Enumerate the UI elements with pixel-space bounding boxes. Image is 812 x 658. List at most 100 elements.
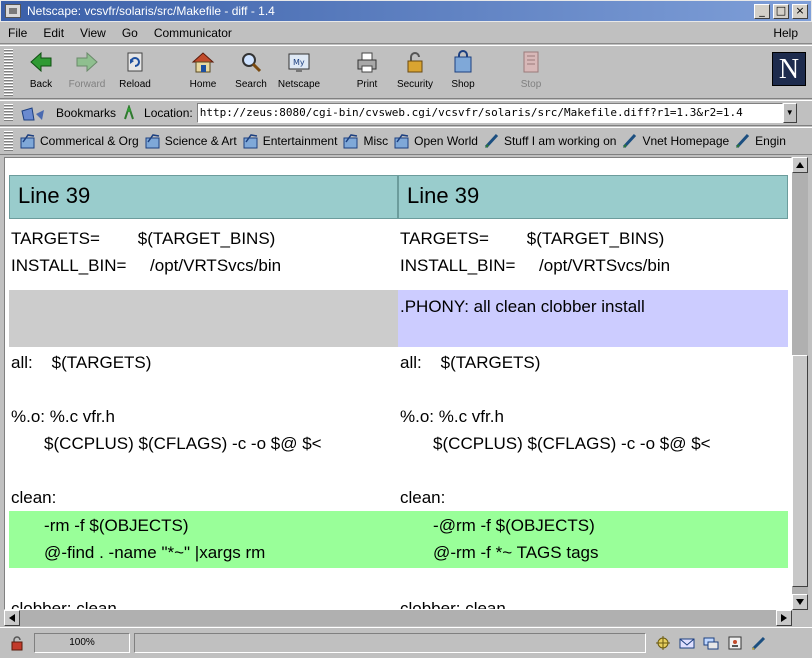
location-grip[interactable] [4,104,13,122]
stop-icon [518,49,544,75]
scroll-down-arrow-icon[interactable] [792,594,808,610]
bookmark-folder-item[interactable]: Science & Art [145,133,237,149]
component-bar [654,635,774,651]
bookmark-folder-item[interactable]: Commerical & Org [20,133,139,149]
menu-communicator[interactable]: Communicator [146,26,240,40]
title-bar[interactable]: Netscape: vcsvfr/solaris/src/Makefile - … [0,0,812,22]
menu-bar: File Edit View Go Communicator Help [0,22,812,44]
diff-left-column: Line 39 TARGETS= $(TARGET_BINS) INSTALL_… [9,158,398,610]
personal-grip[interactable] [4,131,13,151]
bookmark-link-icon [622,133,639,149]
maximize-button[interactable]: □ [773,3,789,19]
scroll-right-arrow-icon[interactable] [776,610,792,626]
newsgroups-icon[interactable] [702,635,720,651]
diff-line: clean: [11,488,57,507]
mail-icon[interactable] [678,635,696,651]
vertical-scrollbar[interactable] [792,157,808,610]
navigator-icon[interactable] [654,635,672,651]
diff-line: @-find . -name "*~" |xargs rm [11,543,266,562]
composer-icon[interactable] [750,635,768,651]
diff-line: INSTALL_BIN= /opt/VRTSvcs/bin [11,256,282,275]
diff-line: TARGETS= $(TARGET_BINS) [400,229,665,248]
address-book-icon[interactable] [726,635,744,651]
location-bar: Bookmarks Location: http://zeus:8080/cgi… [0,100,812,126]
menu-go[interactable]: Go [114,26,146,40]
lock-icon [402,49,428,75]
horizontal-scrollbar[interactable] [4,610,792,626]
my-netscape-icon: My [286,49,312,75]
toolbar-grip[interactable] [4,49,13,97]
shopping-bag-icon [450,49,476,75]
scroll-left-arrow-icon[interactable] [4,610,20,626]
stop-button[interactable]: Stop [506,48,556,96]
back-button[interactable]: Back [16,48,66,96]
bookmark-link-item[interactable]: Vnet Homepage [622,133,729,149]
diff-line: clobber: clean [400,599,506,610]
netscape-logo[interactable]: N [772,52,806,86]
reload-icon [122,49,148,75]
diff-added-block: .PHONY: all clean clobber install [398,290,788,347]
home-label: Home [189,79,217,90]
back-arrow-icon [28,49,54,75]
bookmark-folder-item[interactable]: Open World [394,133,478,149]
close-button[interactable]: × [792,3,808,19]
bookmark-link-icon [484,133,501,149]
shop-button[interactable]: Shop [438,48,488,96]
location-input[interactable]: http://zeus:8080/cgi-bin/cvsweb.cgi/vcsv… [196,103,783,123]
print-label: Print [356,79,378,90]
reload-label: Reload [119,79,151,90]
menu-view[interactable]: View [72,26,114,40]
zoom-indicator: 100% [34,633,130,653]
forward-arrow-icon [74,49,100,75]
stop-label: Stop [520,79,542,90]
diff-right-header: Line 39 [398,175,788,219]
bookmark-label: Vnet Homepage [642,134,730,148]
forward-label: Forward [68,79,106,90]
bookmark-label: Engin [755,134,786,148]
bookmark-link-icon [735,133,752,149]
diff-line: clobber: clean [11,599,117,610]
security-button[interactable]: Security [390,48,440,96]
folder-icon [20,133,37,149]
page-content[interactable]: Line 39 TARGETS= $(TARGET_BINS) INSTALL_… [4,157,792,610]
bookmarks-button[interactable]: Bookmarks [56,106,116,120]
window-title: Netscape: vcsvfr/solaris/src/Makefile - … [27,4,275,18]
home-button[interactable]: Home [178,48,228,96]
bookmark-label: Open World [414,134,478,148]
bookmark-link-item[interactable]: Stuff I am working on [484,133,616,149]
page-proxy-icon[interactable] [122,103,136,121]
bookmark-link-item[interactable]: Engin [735,133,786,149]
netscape-label: Netscape [277,79,321,90]
bookmark-label: Entertainment [262,134,338,148]
folder-icon [243,133,260,149]
bookmark-folder-item[interactable]: Misc [343,133,388,149]
folder-icon [394,133,411,149]
location-dropdown-icon[interactable]: ▼ [782,103,797,123]
menu-help[interactable]: Help [765,26,812,40]
reload-button[interactable]: Reload [110,48,160,96]
print-button[interactable]: Print [342,48,392,96]
diff-line: all: $(TARGETS) [400,353,541,372]
diff-left-header: Line 39 [9,175,398,219]
window-menu-icon[interactable] [5,4,21,18]
security-label: Security [396,79,434,90]
vertical-scroll-thumb[interactable] [792,355,808,587]
menu-edit[interactable]: Edit [35,26,72,40]
bookmark-folder-item[interactable]: Entertainment [243,133,338,149]
diff-line: %.o: %.c vfr.h [400,407,504,426]
diff-line: TARGETS= $(TARGET_BINS) [11,229,276,248]
diff-changed-block: -rm -f $(OBJECTS) @-find . -name "*~" |x… [9,511,398,568]
diff-changed-block: -@rm -f $(OBJECTS) @-rm -f *~ TAGS tags [398,511,788,568]
bookmarks-icon[interactable] [20,105,50,123]
menu-file[interactable]: File [0,26,35,40]
forward-button[interactable]: Forward [62,48,112,96]
netscape-button[interactable]: My Netscape [274,48,324,96]
security-status-icon[interactable] [8,635,26,651]
search-button[interactable]: Search [226,48,276,96]
diff-line: $(CCPLUS) $(CFLAGS) -c -o $@ $< [11,434,322,453]
minimize-button[interactable]: _ [754,3,770,19]
home-icon [190,49,216,75]
diff-line: clean: [400,488,446,507]
diff-line: .PHONY: all clean clobber install [400,297,645,316]
scroll-up-arrow-icon[interactable] [792,157,808,173]
